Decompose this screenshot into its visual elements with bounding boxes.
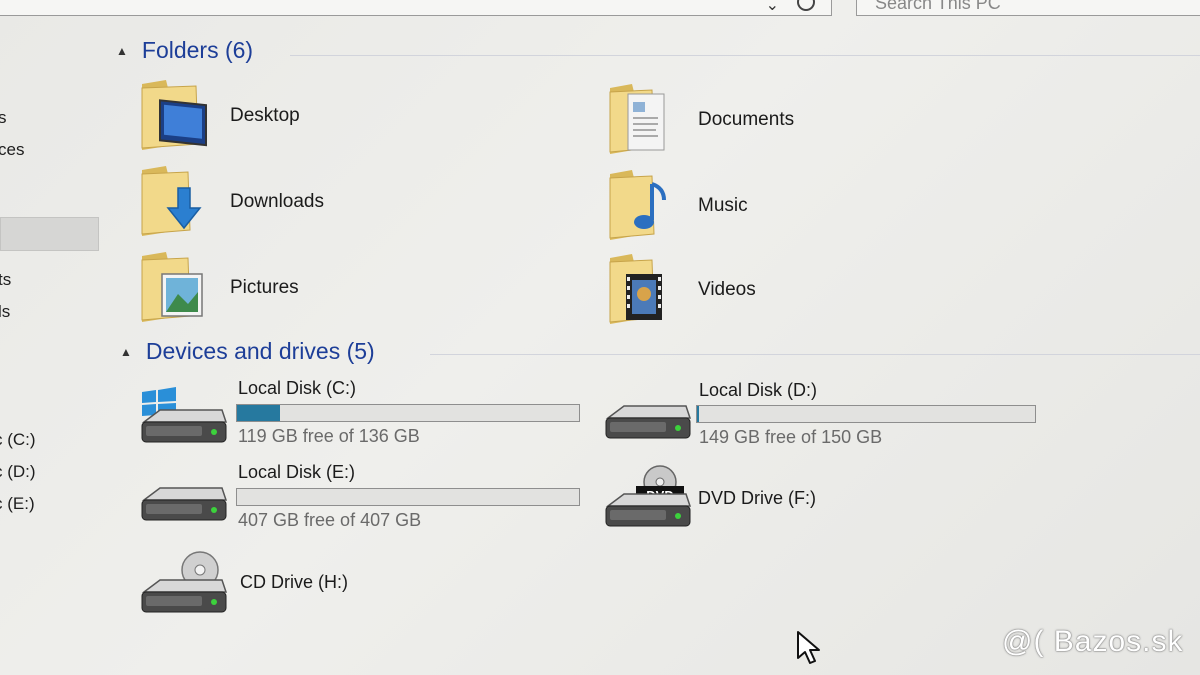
drive-free-space: 149 GB free of 150 GB <box>699 427 883 447</box>
drive-usage-bar <box>236 404 580 422</box>
navigation-pane: s ces ts ls c (C:) c (D:) c (E:) <box>0 20 100 675</box>
folder-label: Documents <box>698 109 795 130</box>
folders-group-header[interactable]: ▲ Folders (6) <box>116 37 253 64</box>
pictures-folder-icon <box>138 248 218 328</box>
mouse-cursor-icon <box>797 631 820 664</box>
address-bar[interactable]: ⌄ <box>0 0 832 16</box>
collapse-triangle-icon[interactable]: ▲ <box>116 44 128 58</box>
folder-pictures[interactable]: Pictures <box>138 248 299 328</box>
folder-label: Music <box>698 195 748 216</box>
nav-drive-d[interactable]: c (D:) <box>0 462 36 482</box>
drive-name: Local Disk (D:) <box>699 380 818 400</box>
folder-label: Desktop <box>230 105 300 126</box>
collapse-triangle-icon[interactable]: ▲ <box>120 345 132 359</box>
folder-label: Downloads <box>230 191 324 212</box>
toolbar: ⌄ Search This PC <box>0 0 1200 22</box>
drive-c[interactable]: Local Disk (C:) 119 GB free of 136 GB <box>138 378 588 450</box>
drive-f[interactable]: DVD DVD Drive (F:) <box>602 462 902 534</box>
folder-videos[interactable]: Videos <box>606 250 756 330</box>
hard-drive-icon <box>141 487 228 521</box>
folder-label: Videos <box>698 279 756 300</box>
drive-free-space: 119 GB free of 136 GB <box>238 426 420 446</box>
drive-name: Local Disk (E:) <box>238 462 356 482</box>
drive-usage-bar <box>696 405 1036 423</box>
drive-usage-fill <box>237 405 280 421</box>
documents-folder-icon <box>606 80 686 160</box>
nav-drive-c[interactable]: c (C:) <box>0 430 36 450</box>
drive-name: DVD Drive (F:) <box>698 488 816 508</box>
folder-downloads[interactable]: Downloads <box>138 162 324 242</box>
group-divider <box>430 354 1200 355</box>
music-folder-icon <box>606 166 686 246</box>
downloads-folder-icon <box>138 162 218 242</box>
drive-e[interactable]: Local Disk (E:) 407 GB free of 407 GB <box>138 462 588 534</box>
search-placeholder[interactable]: Search This PC <box>875 0 1001 14</box>
nav-item[interactable]: ces <box>0 140 24 160</box>
drive-name: Local Disk (C:) <box>238 378 357 398</box>
watermark: @( Bazos.sk <box>1002 625 1184 658</box>
system-drive-icon <box>141 387 228 443</box>
refresh-icon[interactable] <box>797 0 815 11</box>
devices-group-header[interactable]: ▲ Devices and drives (5) <box>120 338 375 365</box>
nav-drive-e[interactable]: c (E:) <box>0 494 35 514</box>
nav-item[interactable]: ls <box>0 302 10 322</box>
drive-h[interactable]: CD Drive (H:) <box>138 546 438 618</box>
devices-group-title: Devices and drives (5) <box>145 338 375 364</box>
address-history-chevron-icon[interactable]: ⌄ <box>766 0 779 15</box>
folder-music[interactable]: Music <box>606 166 748 246</box>
folder-documents[interactable]: Documents <box>606 80 794 160</box>
drive-free-space: 407 GB free of 407 GB <box>238 510 422 530</box>
nav-item[interactable]: s <box>0 108 7 128</box>
folder-label: Pictures <box>230 277 299 298</box>
folder-desktop[interactable]: Desktop <box>138 76 300 156</box>
drive-usage-fill <box>697 406 700 422</box>
nav-item[interactable]: ts <box>0 270 11 290</box>
desktop-folder-icon <box>138 76 218 156</box>
videos-folder-icon <box>606 250 686 330</box>
folders-group-title: Folders (6) <box>141 37 254 63</box>
hard-drive-icon <box>605 405 692 439</box>
cd-drive-icon <box>141 551 228 613</box>
drive-d[interactable]: Local Disk (D:) 149 GB free of 150 GB <box>602 378 1042 450</box>
dvd-drive-icon: DVD <box>605 465 692 527</box>
search-box[interactable]: Search This PC <box>856 0 1200 16</box>
drive-name: CD Drive (H:) <box>240 572 348 592</box>
group-divider <box>290 55 1200 56</box>
drive-usage-bar <box>236 488 580 506</box>
nav-selected-item[interactable] <box>0 217 99 251</box>
